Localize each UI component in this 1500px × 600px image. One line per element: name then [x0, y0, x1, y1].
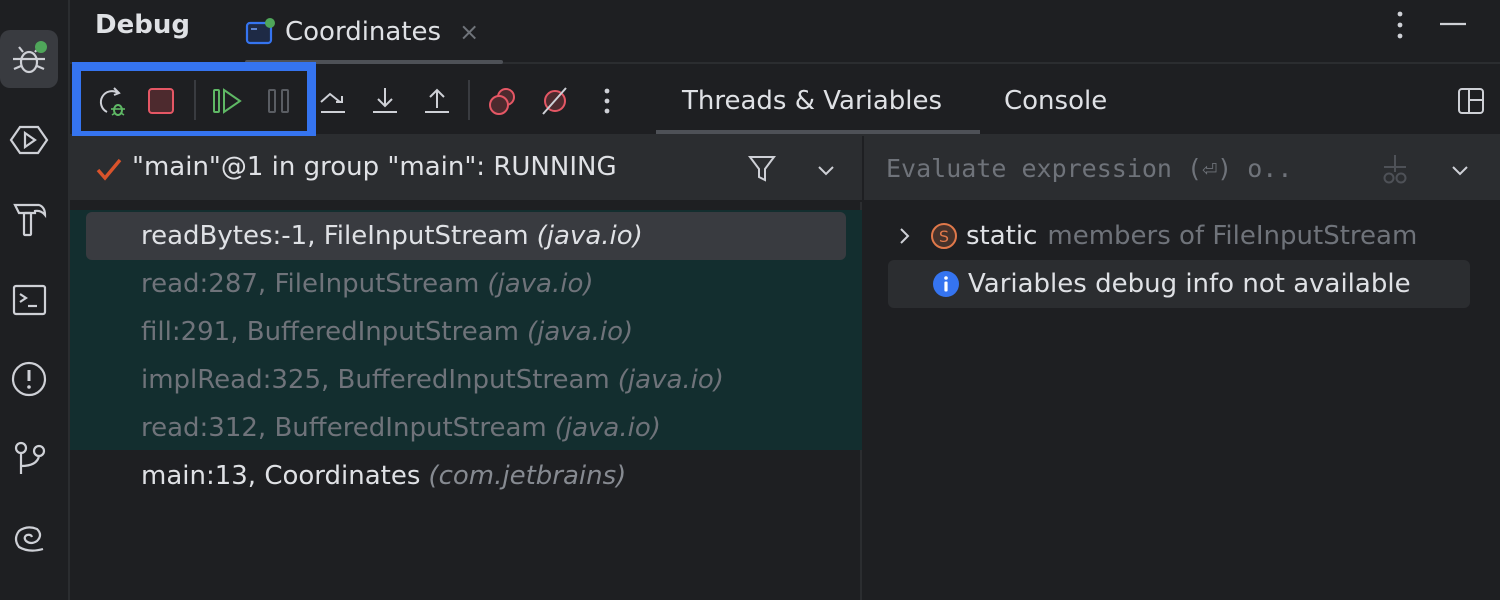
stack-frame[interactable]: read:312, BufferedInputStream (java.io)	[86, 404, 846, 452]
more-vertical-icon	[604, 88, 610, 114]
stack-frame[interactable]: main:13, Coordinates (com.jetbrains)	[86, 452, 846, 500]
mute-breakpoints-icon	[542, 87, 567, 115]
step-into-icon	[373, 88, 397, 113]
step-over-icon	[320, 92, 345, 113]
frames-panel: "main"@1 in group "main": RUNNING readBy…	[70, 136, 862, 600]
git-branch-icon	[14, 441, 46, 474]
frame-package: (com.jetbrains)	[428, 461, 627, 491]
view-breakpoints-button[interactable]	[484, 82, 522, 120]
chevron-right-icon[interactable]	[890, 221, 920, 251]
step-over-button[interactable]	[314, 82, 352, 120]
static-description: members of FileInputStream	[1047, 221, 1418, 251]
stop-button[interactable]	[142, 82, 180, 120]
stack-frame[interactable]: read:287, FileInputStream (java.io)	[86, 260, 846, 308]
frame-method: implRead:325, BufferedInputStream	[141, 365, 610, 395]
pause-button[interactable]	[260, 82, 298, 120]
tab-threads-variables[interactable]: Threads & Variables	[682, 66, 942, 136]
app-window-icon	[245, 18, 275, 45]
thread-label: "main"@1 in group "main": RUNNING	[132, 152, 617, 182]
toolbar-separator	[194, 80, 196, 120]
problems-icon	[11, 361, 47, 397]
rerun-debug-icon	[99, 87, 125, 116]
frame-method: read:287, FileInputStream	[141, 269, 480, 299]
session-tab[interactable]: Coordinates ×	[245, 0, 479, 64]
mute-breakpoints-button[interactable]	[536, 82, 574, 120]
services-tool-button[interactable]	[0, 510, 58, 568]
add-watch-icon[interactable]	[1378, 152, 1412, 186]
debug-toolbar: Threads & Variables Console	[70, 62, 1500, 140]
spiral-icon	[14, 526, 44, 552]
tool-window-title: Debug	[95, 10, 190, 40]
variable-row-static[interactable]: S static members of FileInputStream	[888, 212, 1470, 260]
checkmark-icon	[96, 158, 122, 181]
debug-tool-button[interactable]	[0, 30, 58, 88]
frame-method: readBytes:-1, FileInputStream	[141, 221, 529, 251]
debug-header: Debug Coordinates ×	[70, 0, 1500, 64]
git-tool-button[interactable]	[0, 429, 58, 487]
run-icon	[9, 125, 49, 155]
stack-frame[interactable]: readBytes:-1, FileInputStream (java.io)	[86, 212, 846, 260]
layout-icon	[1458, 88, 1484, 114]
toolbar-separator	[468, 80, 470, 120]
more-options-icon[interactable]	[1390, 8, 1410, 42]
evaluate-bar	[864, 136, 1500, 202]
hammer-icon	[13, 203, 47, 237]
build-tool-button[interactable]	[0, 190, 58, 248]
terminal-tool-button[interactable]	[0, 270, 58, 328]
step-out-icon	[425, 88, 449, 113]
stack-frame[interactable]: fill:291, BufferedInputStream (java.io)	[86, 308, 846, 356]
info-message: Variables debug info not available	[968, 269, 1411, 299]
run-tool-button[interactable]	[0, 111, 58, 169]
terminal-icon	[12, 284, 47, 316]
chevron-down-icon[interactable]	[814, 158, 838, 182]
chevron-down-icon[interactable]	[1448, 158, 1472, 182]
rerun-button[interactable]	[92, 82, 130, 120]
stop-icon	[148, 88, 174, 114]
minimize-icon[interactable]	[1430, 10, 1470, 40]
resume-button[interactable]	[208, 82, 246, 120]
frame-package: (java.io)	[487, 269, 594, 299]
frame-package: (java.io)	[536, 221, 643, 251]
static-members-icon: S	[931, 223, 957, 249]
active-tab-indicator	[656, 130, 980, 134]
variables-panel: S static members of FileInputStream Vari…	[864, 136, 1500, 600]
step-out-button[interactable]	[418, 82, 456, 120]
stack-frame[interactable]: implRead:325, BufferedInputStream (java.…	[86, 356, 846, 404]
breakpoints-icon	[489, 88, 515, 115]
frame-method: fill:291, BufferedInputStream	[141, 317, 519, 347]
variable-row-info[interactable]: Variables debug info not available	[888, 260, 1470, 308]
evaluate-expression-input[interactable]	[886, 150, 1346, 186]
problems-tool-button[interactable]	[0, 350, 58, 408]
filter-icon[interactable]	[746, 152, 778, 184]
frame-package: (java.io)	[526, 317, 634, 347]
static-keyword: static	[966, 221, 1038, 251]
frame-package: (java.io)	[554, 413, 661, 443]
session-tab-label: Coordinates	[285, 17, 442, 47]
step-into-button[interactable]	[366, 82, 404, 120]
tab-console[interactable]: Console	[1004, 66, 1107, 136]
svg-text:S: S	[939, 227, 949, 246]
tool-window-strip	[0, 0, 70, 600]
frame-method: main:13, Coordinates	[141, 461, 421, 491]
running-badge	[35, 41, 47, 53]
thread-selector[interactable]: "main"@1 in group "main": RUNNING	[70, 136, 862, 202]
info-icon	[933, 271, 959, 297]
layout-settings-button[interactable]	[1452, 82, 1490, 120]
pause-icon	[268, 89, 289, 113]
close-tab-icon[interactable]: ×	[459, 18, 479, 46]
more-actions-button[interactable]	[588, 82, 626, 120]
resume-icon	[213, 88, 242, 114]
bug-icon	[13, 41, 47, 74]
frame-method: read:312, BufferedInputStream	[141, 413, 547, 443]
frame-package: (java.io)	[617, 365, 724, 395]
